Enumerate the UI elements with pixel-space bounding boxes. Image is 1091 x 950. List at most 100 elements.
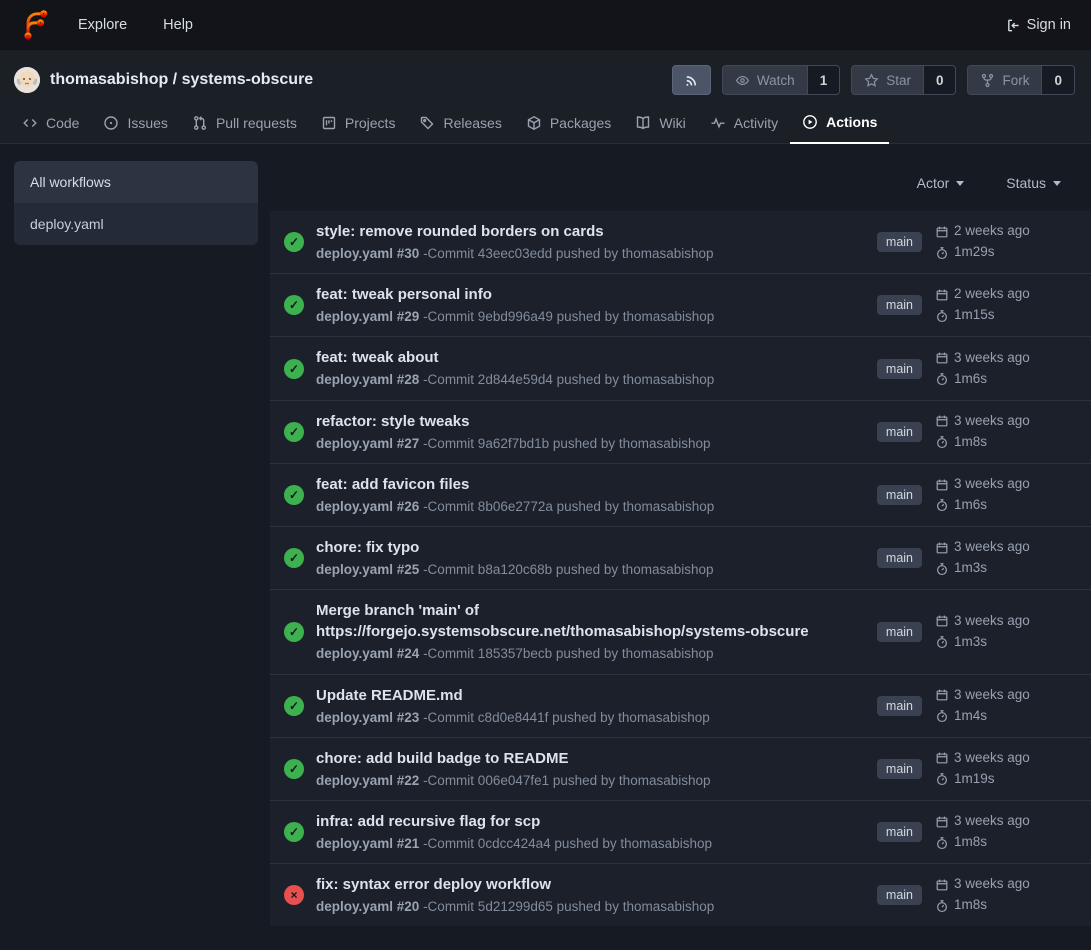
nav-help[interactable]: Help	[163, 17, 193, 33]
runs-content: Actor Status ✓ style: remove rounded bor…	[270, 144, 1091, 926]
workflow-run-row[interactable]: ✓ feat: tweak about deploy.yaml #28 -Com…	[270, 336, 1091, 399]
tab-pull-requests[interactable]: Pull requests	[180, 104, 309, 144]
run-commit-info: -Commit 43eec03edd pushed by thomasabish…	[419, 246, 713, 261]
tab-releases-label: Releases	[443, 115, 501, 131]
sidebar-item-deploy-yaml[interactable]: deploy.yaml	[14, 203, 258, 245]
tab-code[interactable]: Code	[10, 104, 91, 144]
workflow-run-row[interactable]: ✓ chore: fix typo deploy.yaml #25 -Commi…	[270, 526, 1091, 589]
caret-down-icon	[956, 181, 964, 186]
run-ref[interactable]: deploy.yaml #26	[316, 499, 419, 514]
code-icon	[22, 115, 38, 131]
actor-dropdown[interactable]: Actor	[917, 175, 965, 191]
branch-badge[interactable]: main	[877, 885, 922, 905]
branch-badge[interactable]: main	[877, 295, 922, 315]
star-button[interactable]: Star 0	[851, 65, 956, 95]
run-ref[interactable]: deploy.yaml #22	[316, 773, 419, 788]
run-title[interactable]: chore: fix typo	[316, 537, 816, 558]
tab-issues[interactable]: Issues	[91, 104, 179, 144]
workflow-run-row[interactable]: ✓ style: remove rounded borders on cards…	[270, 211, 1091, 273]
tab-wiki[interactable]: Wiki	[623, 104, 697, 144]
run-ref[interactable]: deploy.yaml #28	[316, 372, 419, 387]
workflow-run-row[interactable]: ✓ Merge branch 'main' of https://forgejo…	[270, 589, 1091, 673]
tag-icon	[419, 115, 435, 131]
calendar-icon	[935, 414, 949, 428]
tab-activity[interactable]: Activity	[698, 104, 790, 144]
run-title[interactable]: refactor: style tweaks	[316, 411, 816, 432]
run-ref[interactable]: deploy.yaml #23	[316, 710, 419, 725]
branch-badge[interactable]: main	[877, 485, 922, 505]
run-ref[interactable]: deploy.yaml #25	[316, 562, 419, 577]
forgejo-logo[interactable]	[20, 9, 52, 41]
branch-badge[interactable]: main	[877, 822, 922, 842]
run-title[interactable]: feat: tweak personal info	[316, 284, 816, 305]
star-count[interactable]: 0	[923, 66, 956, 94]
workflow-run-row[interactable]: ✓ feat: add favicon files deploy.yaml #2…	[270, 463, 1091, 526]
run-ref[interactable]: deploy.yaml #29	[316, 309, 419, 324]
sidebar-item-all-workflows[interactable]: All workflows	[14, 161, 258, 203]
run-age: 3 weeks ago	[954, 611, 1030, 632]
workflow-run-row[interactable]: ✓ chore: add build badge to README deplo…	[270, 737, 1091, 800]
run-title[interactable]: fix: syntax error deploy workflow	[316, 874, 816, 895]
run-status-icon: ✓	[284, 359, 304, 379]
stopwatch-icon	[935, 309, 949, 323]
run-title[interactable]: Merge branch 'main' of https://forgejo.s…	[316, 600, 816, 642]
status-dropdown[interactable]: Status	[1006, 175, 1061, 191]
run-title[interactable]: Update README.md	[316, 685, 816, 706]
run-title[interactable]: feat: add favicon files	[316, 474, 816, 495]
run-ref[interactable]: deploy.yaml #24	[316, 646, 419, 661]
fork-button[interactable]: Fork 0	[967, 65, 1075, 95]
sign-in-button[interactable]: Sign in	[1006, 17, 1071, 33]
stopwatch-icon	[935, 836, 949, 850]
run-ref[interactable]: deploy.yaml #27	[316, 436, 419, 451]
tab-code-label: Code	[46, 115, 79, 131]
star-icon	[864, 73, 879, 88]
run-ref[interactable]: deploy.yaml #20	[316, 899, 419, 914]
run-title[interactable]: style: remove rounded borders on cards	[316, 221, 816, 242]
run-duration: 1m3s	[954, 558, 987, 579]
tab-actions[interactable]: Actions	[790, 104, 889, 144]
branch-badge[interactable]: main	[877, 622, 922, 642]
watch-label: Watch	[757, 73, 795, 88]
workflow-run-row[interactable]: ✓ Update README.md deploy.yaml #23 -Comm…	[270, 674, 1091, 737]
run-ref[interactable]: deploy.yaml #30	[316, 246, 419, 261]
fork-count[interactable]: 0	[1041, 66, 1074, 94]
workflow-run-row[interactable]: ✓ feat: tweak personal info deploy.yaml …	[270, 273, 1091, 336]
tab-projects[interactable]: Projects	[309, 104, 408, 144]
calendar-icon	[935, 288, 949, 302]
run-ref[interactable]: deploy.yaml #21	[316, 836, 419, 851]
run-age: 3 weeks ago	[954, 537, 1030, 558]
play-circle-icon	[802, 114, 818, 130]
pulse-icon	[710, 115, 726, 131]
run-status-icon: ✓	[284, 622, 304, 642]
branch-badge[interactable]: main	[877, 422, 922, 442]
branch-badge[interactable]: main	[877, 548, 922, 568]
branch-badge[interactable]: main	[877, 359, 922, 379]
run-subtitle: deploy.yaml #30 -Commit 43eec03edd pushe…	[316, 245, 865, 263]
run-age: 3 weeks ago	[954, 748, 1030, 769]
workflow-run-row[interactable]: ✓ infra: add recursive flag for scp depl…	[270, 800, 1091, 863]
run-commit-info: -Commit 9ebd996a49 pushed by thomasabish…	[419, 309, 714, 324]
tab-packages[interactable]: Packages	[514, 104, 623, 144]
watch-button[interactable]: Watch 1	[722, 65, 840, 95]
run-commit-info: -Commit c8d0e8441f pushed by thomasabish…	[419, 710, 709, 725]
branch-badge[interactable]: main	[877, 232, 922, 252]
tab-releases[interactable]: Releases	[407, 104, 513, 144]
branch-badge[interactable]: main	[877, 759, 922, 779]
workflow-run-row[interactable]: ✓ refactor: style tweaks deploy.yaml #27…	[270, 400, 1091, 463]
caret-down-icon	[1053, 181, 1061, 186]
run-duration: 1m4s	[954, 706, 987, 727]
workflow-run-row[interactable]: × fix: syntax error deploy workflow depl…	[270, 863, 1091, 926]
run-title[interactable]: chore: add build badge to README	[316, 748, 816, 769]
status-dropdown-label: Status	[1006, 175, 1046, 191]
repo-breadcrumb-title[interactable]: thomasabishop / systems-obscure	[50, 71, 313, 89]
repo-owner-avatar[interactable]	[14, 67, 40, 93]
issue-circle-icon	[103, 115, 119, 131]
rss-button[interactable]	[672, 65, 711, 95]
nav-explore[interactable]: Explore	[78, 17, 127, 33]
run-title[interactable]: infra: add recursive flag for scp	[316, 811, 816, 832]
branch-badge[interactable]: main	[877, 696, 922, 716]
calendar-icon	[935, 751, 949, 765]
run-title[interactable]: feat: tweak about	[316, 347, 816, 368]
watch-count[interactable]: 1	[807, 66, 840, 94]
tab-packages-label: Packages	[550, 115, 611, 131]
